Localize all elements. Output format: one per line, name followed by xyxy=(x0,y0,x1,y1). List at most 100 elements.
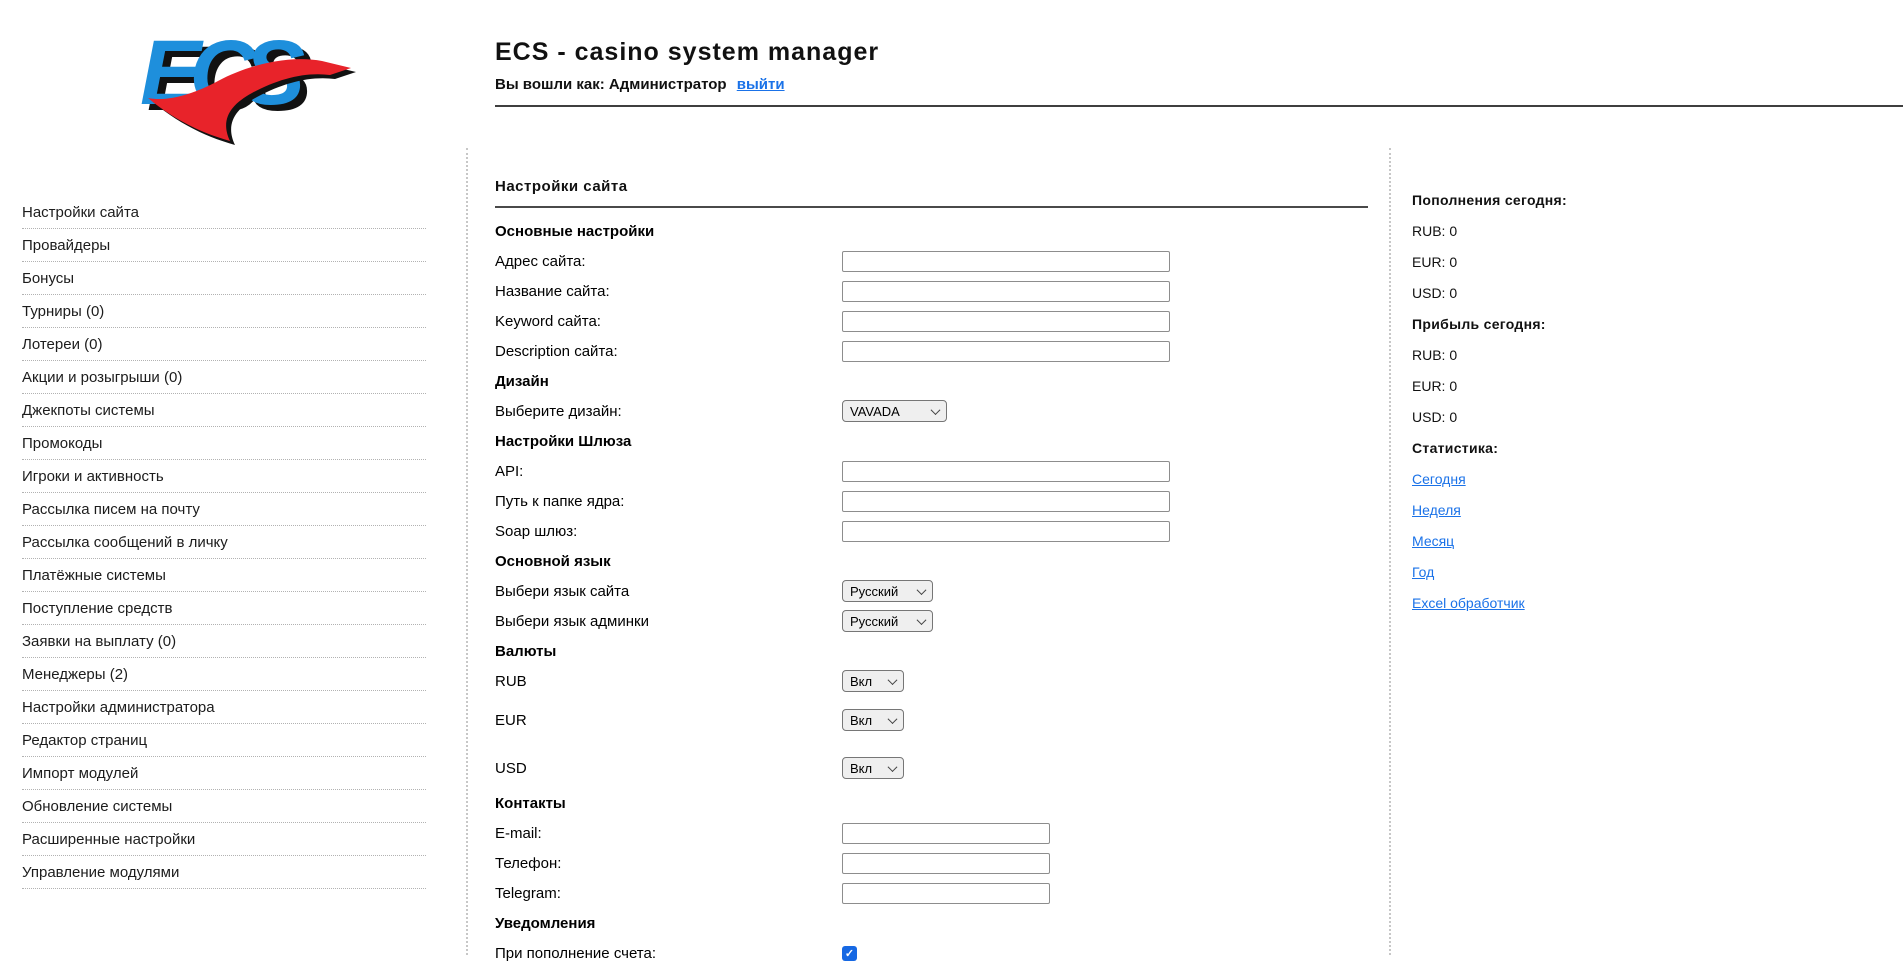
notify-on-deposit-checkbox[interactable]: ✓ xyxy=(842,945,857,961)
profit-amount-usd: USD: 0 xyxy=(1412,408,1458,425)
api-input[interactable] xyxy=(842,460,1170,482)
sidebar-item-15[interactable]: Настройки администратора xyxy=(22,691,426,724)
site-keyword-input[interactable] xyxy=(842,310,1170,332)
sidebar-item-18[interactable]: Обновление системы xyxy=(22,790,426,823)
excel-handler-link[interactable]: Excel обработчик xyxy=(1412,595,1525,611)
sidebar-item-2[interactable]: Бонусы xyxy=(22,262,426,295)
header-divider xyxy=(495,105,1903,107)
sidebar-item-5[interactable]: Акции и розыгрыши (0) xyxy=(22,361,426,394)
page-title: ECS - casino system manager xyxy=(495,38,880,66)
chevron-down-icon xyxy=(916,584,927,595)
stats-link-week[interactable]: Неделя xyxy=(1412,502,1461,518)
profit-amount-eur: EUR: 0 xyxy=(1412,377,1458,394)
site-address-label: Адрес сайта: xyxy=(495,252,586,270)
sidebar-item-12[interactable]: Поступление средств xyxy=(22,592,426,625)
telegram-row: Telegram: xyxy=(495,878,1368,908)
api-row: API: xyxy=(495,456,1368,486)
basic-settings-heading-label: Основные настройки xyxy=(495,222,655,240)
soap-gateway-row: Soap шлюз: xyxy=(495,516,1368,546)
currency-rub-select[interactable]: Вкл xyxy=(842,670,904,692)
deposits-today-title: Пополнения сегодня: xyxy=(1412,191,1567,208)
stats-link-month[interactable]: Месяц xyxy=(1412,533,1454,549)
chevron-down-icon xyxy=(887,713,898,724)
core-folder-path-label: Путь к папке ядра: xyxy=(495,492,625,510)
sidebar-menu: Настройки сайта Провайдеры Бонусы Турниры (… xyxy=(22,196,426,889)
sidebar-item-9[interactable]: Рассылка писем на почту xyxy=(22,493,426,526)
login-status-text: Вы вошли как: Администратор xyxy=(495,76,727,93)
currency-usd-select-value: Вкл xyxy=(850,760,873,776)
design-select[interactable]: VAVADA xyxy=(842,400,947,422)
chevron-down-icon xyxy=(930,404,941,415)
currency-eur-row: EUR Вкл xyxy=(495,705,1368,735)
currencies-heading-row: Валюты xyxy=(495,636,1368,666)
design-row: Выберите дизайн: VAVADA xyxy=(495,396,1368,426)
sidebar-item-10[interactable]: Рассылка сообщений в личку xyxy=(22,526,426,559)
core-folder-path-row: Путь к папке ядра: xyxy=(495,486,1368,516)
email-label: E-mail: xyxy=(495,824,542,842)
settings-form: Основные настройки Адрес сайта: Название с… xyxy=(495,216,1368,968)
admin-language-select-value: Русский xyxy=(850,613,899,629)
sidebar-item-16[interactable]: Редактор страниц xyxy=(22,724,426,757)
api-label: API: xyxy=(495,462,524,480)
sidebar-item-20[interactable]: Управление модулями xyxy=(22,856,426,889)
statistics-links: Сегодня Неделя Месяц Год Excel обработчик xyxy=(1412,463,1712,618)
logout-link[interactable]: выйти xyxy=(737,76,785,93)
sidebar-item-8[interactable]: Игроки и активность xyxy=(22,460,426,493)
currency-eur-select[interactable]: Вкл xyxy=(842,709,904,731)
soap-gateway-label: Soap шлюз: xyxy=(495,522,578,540)
stats-panel: Пополнения сегодня: RUB: 0 EUR: 0 USD: 0 П… xyxy=(1412,184,1712,618)
sidebar-item-0[interactable]: Настройки сайта xyxy=(22,196,426,229)
profit-amount-rub: RUB: 0 xyxy=(1412,346,1458,363)
phone-input[interactable] xyxy=(842,852,1050,874)
currency-eur-label: EUR xyxy=(495,711,527,729)
email-input[interactable] xyxy=(842,822,1050,844)
sidebar-item-6[interactable]: Джекпоты системы xyxy=(22,394,426,427)
header: ECS - casino system manager Вы вошли как… xyxy=(495,38,879,93)
sidebar-item-4[interactable]: Лотереи (0) xyxy=(22,328,426,361)
core-folder-path-input[interactable] xyxy=(842,490,1170,512)
notifications-heading-label: Уведомления xyxy=(495,914,596,932)
sidebar-item-1[interactable]: Провайдеры xyxy=(22,229,426,262)
soap-gateway-input[interactable] xyxy=(842,520,1170,542)
currencies-heading-label: Валюты xyxy=(495,642,557,660)
sidebar-item-14[interactable]: Менеджеры (2) xyxy=(22,658,426,691)
chevron-down-icon xyxy=(916,614,927,625)
sidebar-item-3[interactable]: Турниры (0) xyxy=(22,295,426,328)
currency-rub-row: RUB Вкл xyxy=(495,666,1368,696)
profit-today-list: RUB: 0 EUR: 0 USD: 0 xyxy=(1412,339,1712,432)
phone-label: Телефон: xyxy=(495,854,562,872)
currency-usd-row: USD Вкл xyxy=(495,753,1368,783)
contacts-heading-row: Контакты xyxy=(495,788,1368,818)
gateway-heading-label: Настройки Шлюза xyxy=(495,432,632,450)
stats-link-today[interactable]: Сегодня xyxy=(1412,471,1466,487)
stats-link-year[interactable]: Год xyxy=(1412,564,1434,580)
design-select-value: VAVADA xyxy=(850,403,900,419)
site-name-input[interactable] xyxy=(842,280,1170,302)
sidebar-item-7[interactable]: Промокоды xyxy=(22,427,426,460)
site-description-row: Description сайта: xyxy=(495,336,1368,366)
site-description-label: Description сайта: xyxy=(495,342,618,360)
admin-language-row: Выбери язык админки Русский xyxy=(495,606,1368,636)
sidebar-item-13[interactable]: Заявки на выплату (0) xyxy=(22,625,426,658)
site-settings-panel: Настройки сайта Основные настройки Адрес … xyxy=(495,178,1368,968)
section-divider xyxy=(495,206,1368,208)
sidebar-item-11[interactable]: Платёжные системы xyxy=(22,559,426,592)
section-title: Настройки сайта xyxy=(495,178,628,195)
site-address-input[interactable] xyxy=(842,250,1170,272)
currency-eur-select-value: Вкл xyxy=(850,712,873,728)
site-description-input[interactable] xyxy=(842,340,1170,362)
gateway-heading-row: Настройки Шлюза xyxy=(495,426,1368,456)
site-keyword-label: Keyword сайта: xyxy=(495,312,601,330)
currency-rub-select-value: Вкл xyxy=(850,673,873,689)
telegram-input[interactable] xyxy=(842,882,1050,904)
sidebar-item-17[interactable]: Импорт модулей xyxy=(22,757,426,790)
admin-language-select[interactable]: Русский xyxy=(842,610,933,632)
currency-usd-select[interactable]: Вкл xyxy=(842,757,904,779)
currency-rub-label: RUB xyxy=(495,672,527,690)
right-dotted-separator xyxy=(1389,148,1391,955)
sidebar-item-19[interactable]: Расширенные настройки xyxy=(22,823,426,856)
design-heading-row: Дизайн xyxy=(495,366,1368,396)
site-name-label: Название сайта: xyxy=(495,282,610,300)
site-language-select[interactable]: Русский xyxy=(842,580,933,602)
notifications-heading-row: Уведомления xyxy=(495,908,1368,938)
